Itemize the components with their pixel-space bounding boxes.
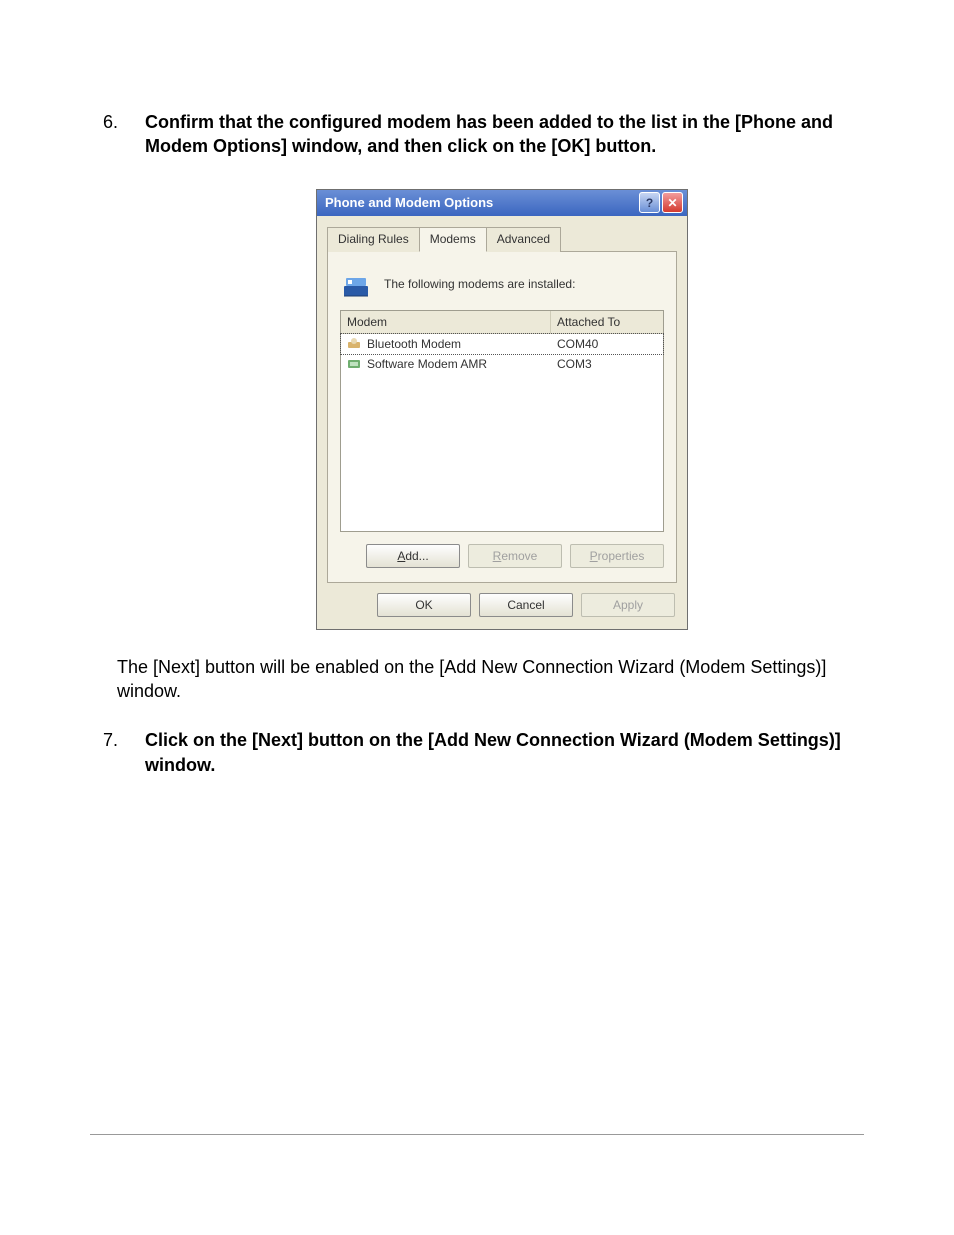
software-device-icon <box>347 357 361 371</box>
tab-strip: Dialing Rules Modems Advanced <box>317 216 687 583</box>
step-6-text: Confirm that the configured modem has be… <box>145 112 833 156</box>
tab-dialing-rules[interactable]: Dialing Rules <box>327 227 420 252</box>
list-row-software[interactable]: Software Modem AMR COM3 <box>341 354 663 374</box>
apply-button: Apply <box>581 593 675 617</box>
intermediate-text: The [Next] button will be enabled on the… <box>117 655 859 704</box>
step-7-text: Click on the [Next] button on the [Add N… <box>145 730 841 774</box>
modem-icon <box>342 268 374 300</box>
panel-message: The following modems are installed: <box>384 276 575 292</box>
row-attached: COM3 <box>557 356 657 372</box>
dialog-titlebar[interactable]: Phone and Modem Options ? ✕ <box>317 190 687 216</box>
panel-button-row: Add... Remove Properties <box>340 532 664 568</box>
dialog-button-row: OK Cancel Apply <box>317 583 687 629</box>
close-button[interactable]: ✕ <box>662 192 683 213</box>
row-modem-name: Software Modem AMR <box>367 356 487 372</box>
header-modem[interactable]: Modem <box>341 311 551 333</box>
header-attached[interactable]: Attached To <box>551 311 663 333</box>
step-6: Confirm that the configured modem has be… <box>145 110 859 703</box>
document-page: Confirm that the configured modem has be… <box>0 0 954 1235</box>
add-button[interactable]: Add... <box>366 544 460 568</box>
modems-panel: The following modems are installed: Mode… <box>327 252 677 583</box>
bluetooth-device-icon <box>347 337 361 351</box>
tab-advanced[interactable]: Advanced <box>486 227 561 252</box>
dialog-title: Phone and Modem Options <box>325 194 637 212</box>
ok-button[interactable]: OK <box>377 593 471 617</box>
page-footer-rule <box>90 1134 864 1135</box>
row-modem-name: Bluetooth Modem <box>367 336 461 352</box>
instruction-list: Confirm that the configured modem has be… <box>95 110 859 777</box>
remove-button: Remove <box>468 544 562 568</box>
phone-modem-dialog: Phone and Modem Options ? ✕ Dialing Rule… <box>316 189 688 630</box>
tab-modems[interactable]: Modems <box>419 227 487 252</box>
modem-list[interactable]: Modem Attached To Bluetooth Modem COM40 <box>340 310 664 532</box>
properties-button: Properties <box>570 544 664 568</box>
list-header: Modem Attached To <box>341 311 663 334</box>
cancel-button[interactable]: Cancel <box>479 593 573 617</box>
help-button[interactable]: ? <box>639 192 660 213</box>
list-row-bluetooth[interactable]: Bluetooth Modem COM40 <box>341 334 663 354</box>
row-attached: COM40 <box>557 336 657 352</box>
step-7: Click on the [Next] button on the [Add N… <box>145 728 859 777</box>
